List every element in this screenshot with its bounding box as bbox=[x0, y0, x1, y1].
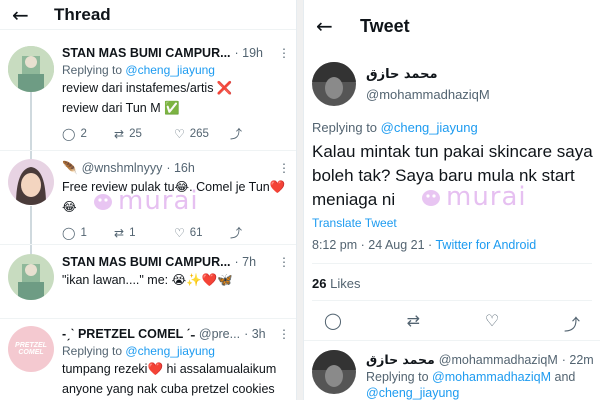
author-handle[interactable]: @wnshmlnyyy bbox=[82, 161, 163, 175]
tweet-text-line: review dari instafemes/artis ❌ bbox=[62, 81, 233, 95]
retweet-icon[interactable]: ⇄ bbox=[407, 311, 420, 335]
page-title: Tweet bbox=[360, 15, 410, 36]
avatar[interactable] bbox=[312, 350, 356, 394]
tweet-text: Kalau mintak tun pakai skincare saya bol… bbox=[312, 142, 593, 209]
page-title: Thread bbox=[54, 4, 111, 24]
tweet-time: · 7h bbox=[234, 255, 257, 269]
avatar[interactable] bbox=[8, 254, 54, 300]
reply-icon[interactable]: ◯ bbox=[324, 311, 342, 335]
heart-icon: ♡ bbox=[174, 126, 185, 141]
reply-button[interactable]: ◯ 2 bbox=[62, 127, 114, 141]
share-button[interactable]: ⤴ bbox=[230, 125, 242, 142]
tweet-time: · 19h bbox=[234, 46, 264, 60]
retweet-icon: ⇄ bbox=[114, 225, 125, 240]
tweet-time: · 22m bbox=[561, 353, 594, 367]
author-name[interactable]: STAN MAS BUMI CAMPUR... bbox=[62, 255, 231, 269]
tweet-time: · 3h bbox=[244, 327, 266, 341]
like-button[interactable]: ♡ 265 bbox=[174, 127, 230, 141]
divider bbox=[312, 263, 592, 264]
tweet-meta: 8:12 pm · 24 Aug 21 · Twitter for Androi… bbox=[312, 238, 537, 252]
thread-panel: ← Thread STAN MAS BUMI CAMPUR... · 19h ⋮… bbox=[0, 0, 297, 400]
more-icon[interactable]: ⋮ bbox=[278, 255, 291, 269]
author-handle[interactable]: @mohammadhaziqM bbox=[439, 353, 558, 367]
tweet-actions: ◯ ⇄ ♡ ⤴ bbox=[324, 311, 580, 335]
divider bbox=[0, 318, 296, 319]
retweet-button[interactable]: ⇄ 25 bbox=[114, 127, 174, 141]
reply-icon: ◯ bbox=[62, 225, 76, 240]
replying-to: Replying to @mohammadhaziqM and @cheng_j… bbox=[366, 370, 576, 400]
thread-connector bbox=[30, 206, 32, 254]
mention-link[interactable]: @cheng_jiayung bbox=[125, 344, 215, 358]
divider bbox=[0, 150, 296, 151]
tweet-actions: ◯ 1 ⇄ 1 ♡ 61 ⤴ bbox=[62, 224, 291, 241]
translate-tweet-link[interactable]: Translate Tweet bbox=[312, 216, 397, 230]
replying-to: Replying to @cheng_jiayung bbox=[312, 120, 478, 135]
avatar[interactable] bbox=[8, 46, 54, 92]
author-name[interactable]: 🪶 bbox=[62, 161, 78, 176]
divider bbox=[312, 300, 592, 301]
retweet-button[interactable]: ⇄ 1 bbox=[114, 226, 174, 240]
arrow-left-icon[interactable]: ← bbox=[316, 14, 344, 38]
retweet-icon: ⇄ bbox=[114, 126, 125, 141]
author-handle[interactable]: @mohammadhaziqM bbox=[366, 87, 490, 102]
avatar[interactable] bbox=[312, 62, 356, 106]
tweet-text-line: Free review pulak tu😂. Comel je Tun❤️ bbox=[62, 180, 286, 194]
reply-button[interactable]: ◯ 1 bbox=[62, 226, 114, 240]
tweet-panel: ← Tweet محمد حازق @mohammadhaziqM Replyi… bbox=[303, 0, 600, 400]
divider bbox=[0, 244, 296, 245]
mention-link[interactable]: @cheng_jiayung bbox=[125, 63, 215, 77]
tweet-text-line: anyone yang nak cuba pretzel cookies bbox=[62, 382, 275, 396]
reply-icon: ◯ bbox=[62, 126, 76, 141]
like-button[interactable]: ♡ 61 bbox=[174, 226, 230, 240]
replying-to: Replying to @cheng_jiayung bbox=[62, 344, 215, 358]
reply-tweet-header: محمد حازق @mohammadhaziqM · 22m bbox=[366, 352, 594, 367]
likes-count[interactable]: 26 Likes bbox=[312, 276, 360, 291]
more-icon[interactable]: ⋮ bbox=[278, 327, 291, 341]
share-icon: ⤴ bbox=[230, 226, 243, 240]
share-icon[interactable]: ⤴ bbox=[564, 311, 580, 335]
tweet-text-line: "ikan lawan...." me: 😭✨❤️🦋 bbox=[62, 273, 233, 287]
tweet-time: · 16h bbox=[166, 161, 195, 175]
author-name[interactable]: -ˏˋ PRETZEL COMEL ˊ˗ bbox=[62, 327, 195, 341]
more-icon[interactable]: ⋮ bbox=[278, 161, 291, 175]
replying-to: Replying to @cheng_jiayung bbox=[62, 63, 215, 77]
tweet-text-line: 😂 bbox=[62, 200, 77, 214]
share-icon: ⤴ bbox=[230, 127, 243, 141]
tweet-text-line: review dari Tun M ✅ bbox=[62, 101, 180, 115]
thread-connector bbox=[30, 90, 32, 162]
mention-link[interactable]: @cheng_jiayung bbox=[366, 386, 459, 400]
heart-icon[interactable]: ♡ bbox=[485, 311, 499, 335]
author-name[interactable]: STAN MAS BUMI CAMPUR... bbox=[62, 46, 231, 60]
source-link[interactable]: Twitter for Android bbox=[435, 238, 536, 252]
author-handle[interactable]: @pre... bbox=[199, 327, 240, 341]
avatar[interactable] bbox=[8, 159, 54, 205]
author-name[interactable]: محمد حازق bbox=[366, 352, 435, 367]
thread-header: ← Thread bbox=[0, 0, 296, 30]
author-name[interactable]: محمد حازق bbox=[366, 67, 438, 82]
arrow-left-icon[interactable]: ← bbox=[12, 3, 40, 27]
tweet-header: ← Tweet bbox=[304, 0, 600, 52]
share-button[interactable]: ⤴ bbox=[230, 224, 242, 241]
tweet-actions: ◯ 2 ⇄ 25 ♡ 265 ⤴ bbox=[62, 125, 291, 142]
mention-link[interactable]: @mohammadhaziqM bbox=[432, 370, 551, 384]
more-icon[interactable]: ⋮ bbox=[278, 46, 291, 60]
mention-link[interactable]: @cheng_jiayung bbox=[381, 120, 478, 135]
avatar[interactable]: PRETZEL COMEL bbox=[8, 326, 54, 372]
tweet-text-line: tumpang rezeki❤️ hi assalamualaikum bbox=[62, 362, 277, 376]
divider bbox=[304, 340, 600, 341]
heart-icon: ♡ bbox=[174, 225, 185, 240]
